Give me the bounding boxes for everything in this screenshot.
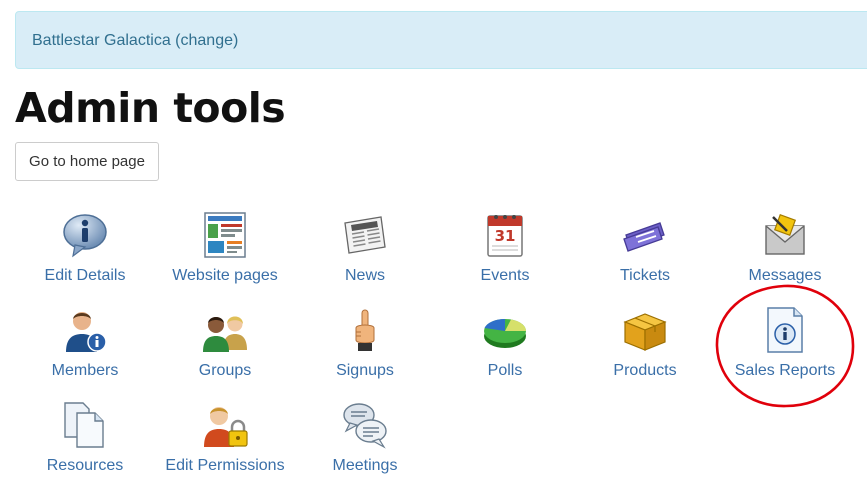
tool-polls[interactable]: Polls	[435, 306, 575, 401]
tool-label: Website pages	[172, 267, 278, 284]
newspaper-icon	[341, 211, 389, 259]
tool-edit-details[interactable]: Edit Details	[15, 211, 155, 306]
tool-label: News	[344, 267, 385, 284]
change-context-link[interactable]: Battlestar Galactica (change)	[32, 32, 238, 50]
tool-label: Edit Permissions	[165, 457, 285, 474]
tool-label: Groups	[198, 362, 252, 379]
tool-label: Polls	[487, 362, 523, 379]
tool-label: Members	[51, 362, 119, 379]
tool-sales-reports[interactable]: Sales Reports	[715, 306, 855, 401]
tool-edit-permissions[interactable]: Edit Permissions	[155, 401, 295, 496]
tool-signups[interactable]: Signups	[295, 306, 435, 401]
calendar-icon: 31	[481, 211, 529, 259]
tool-events[interactable]: 31 Events	[435, 211, 575, 306]
tool-products[interactable]: Products	[575, 306, 715, 401]
tool-label: Tickets	[619, 267, 671, 284]
user-lock-icon	[201, 401, 249, 449]
go-home-button[interactable]: Go to home page	[15, 142, 159, 181]
tool-label: Resources	[46, 457, 124, 474]
speech-bubbles-icon	[341, 401, 389, 449]
context-alert: Battlestar Galactica (change)	[15, 11, 867, 69]
tool-groups[interactable]: Groups	[155, 306, 295, 401]
pie-chart-icon	[481, 306, 529, 354]
info-bubble-icon	[61, 211, 109, 259]
tool-members[interactable]: Members	[15, 306, 155, 401]
svg-text:31: 31	[495, 227, 516, 245]
tool-website-pages[interactable]: Website pages	[155, 211, 295, 306]
tool-label: Messages	[748, 267, 822, 284]
documents-icon	[61, 401, 109, 449]
tool-label: Edit Details	[44, 267, 126, 284]
tool-meetings[interactable]: Meetings	[295, 401, 435, 496]
box-icon	[621, 306, 669, 354]
tool-label: Meetings	[332, 457, 398, 474]
group-people-icon	[201, 306, 249, 354]
member-info-icon	[61, 306, 109, 354]
tool-news[interactable]: News	[295, 211, 435, 306]
tool-label: Sales Reports	[734, 362, 836, 379]
ticket-icon	[621, 211, 669, 259]
page-title: Admin tools	[15, 84, 286, 132]
info-document-icon	[761, 306, 809, 354]
website-pages-icon	[201, 211, 249, 259]
tool-label: Signups	[336, 362, 394, 379]
tool-messages[interactable]: Messages	[715, 211, 855, 306]
tool-tickets[interactable]: Tickets	[575, 211, 715, 306]
pointing-hand-icon	[341, 306, 389, 354]
envelope-icon	[761, 211, 809, 259]
tool-label: Events	[480, 267, 530, 284]
tool-resources[interactable]: Resources	[15, 401, 155, 496]
tool-label: Products	[613, 362, 677, 379]
